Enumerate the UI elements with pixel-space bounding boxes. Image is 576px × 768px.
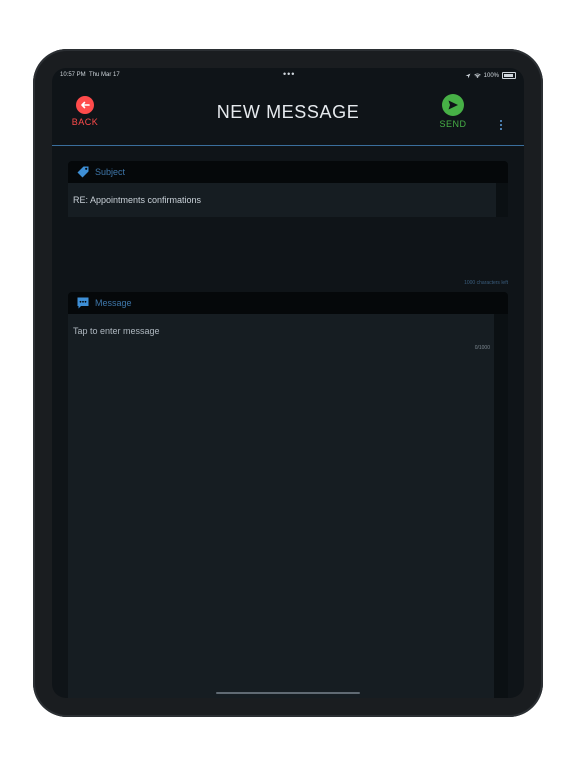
tag-icon — [77, 166, 89, 178]
message-label: Message — [95, 298, 132, 308]
battery-percent: 100% — [483, 72, 499, 79]
header-divider — [52, 145, 524, 146]
send-button[interactable]: SEND — [436, 94, 470, 129]
message-placeholder: Tap to enter message — [73, 326, 160, 336]
app-screen: 10:57 PM Thu Mar 17 ••• 100% BACK NEW ME… — [52, 68, 524, 698]
message-input[interactable]: Tap to enter message 0/1000 — [68, 314, 494, 698]
subject-field[interactable]: RE: Appointments confirmations — [68, 183, 496, 217]
status-right: 100% — [465, 72, 516, 79]
subject-label: Subject — [95, 167, 126, 177]
home-indicator[interactable] — [216, 692, 360, 694]
multitasking-dots[interactable]: ••• — [283, 69, 295, 79]
send-label: SEND — [439, 119, 467, 129]
location-icon — [465, 73, 471, 78]
status-bar: 10:57 PM Thu Mar 17 ••• 100% — [52, 68, 524, 82]
message-char-counter: 0/1000 — [474, 345, 490, 351]
status-time: 10:57 PM Thu Mar 17 — [60, 72, 120, 78]
message-field-margin — [494, 314, 508, 698]
subject-field-margin — [496, 183, 508, 217]
battery-icon — [502, 72, 516, 79]
chat-bubble-icon — [77, 297, 89, 309]
subject-section-header: Subject — [68, 161, 508, 183]
send-icon — [442, 94, 464, 116]
wifi-icon — [473, 72, 481, 78]
more-options-icon[interactable] — [498, 118, 504, 134]
message-section-header: Message — [68, 292, 508, 314]
subject-characters-left: 1000 characters left — [464, 280, 508, 286]
subject-value: RE: Appointments confirmations — [73, 195, 202, 205]
nav-header: BACK NEW MESSAGE SEND — [52, 82, 524, 146]
